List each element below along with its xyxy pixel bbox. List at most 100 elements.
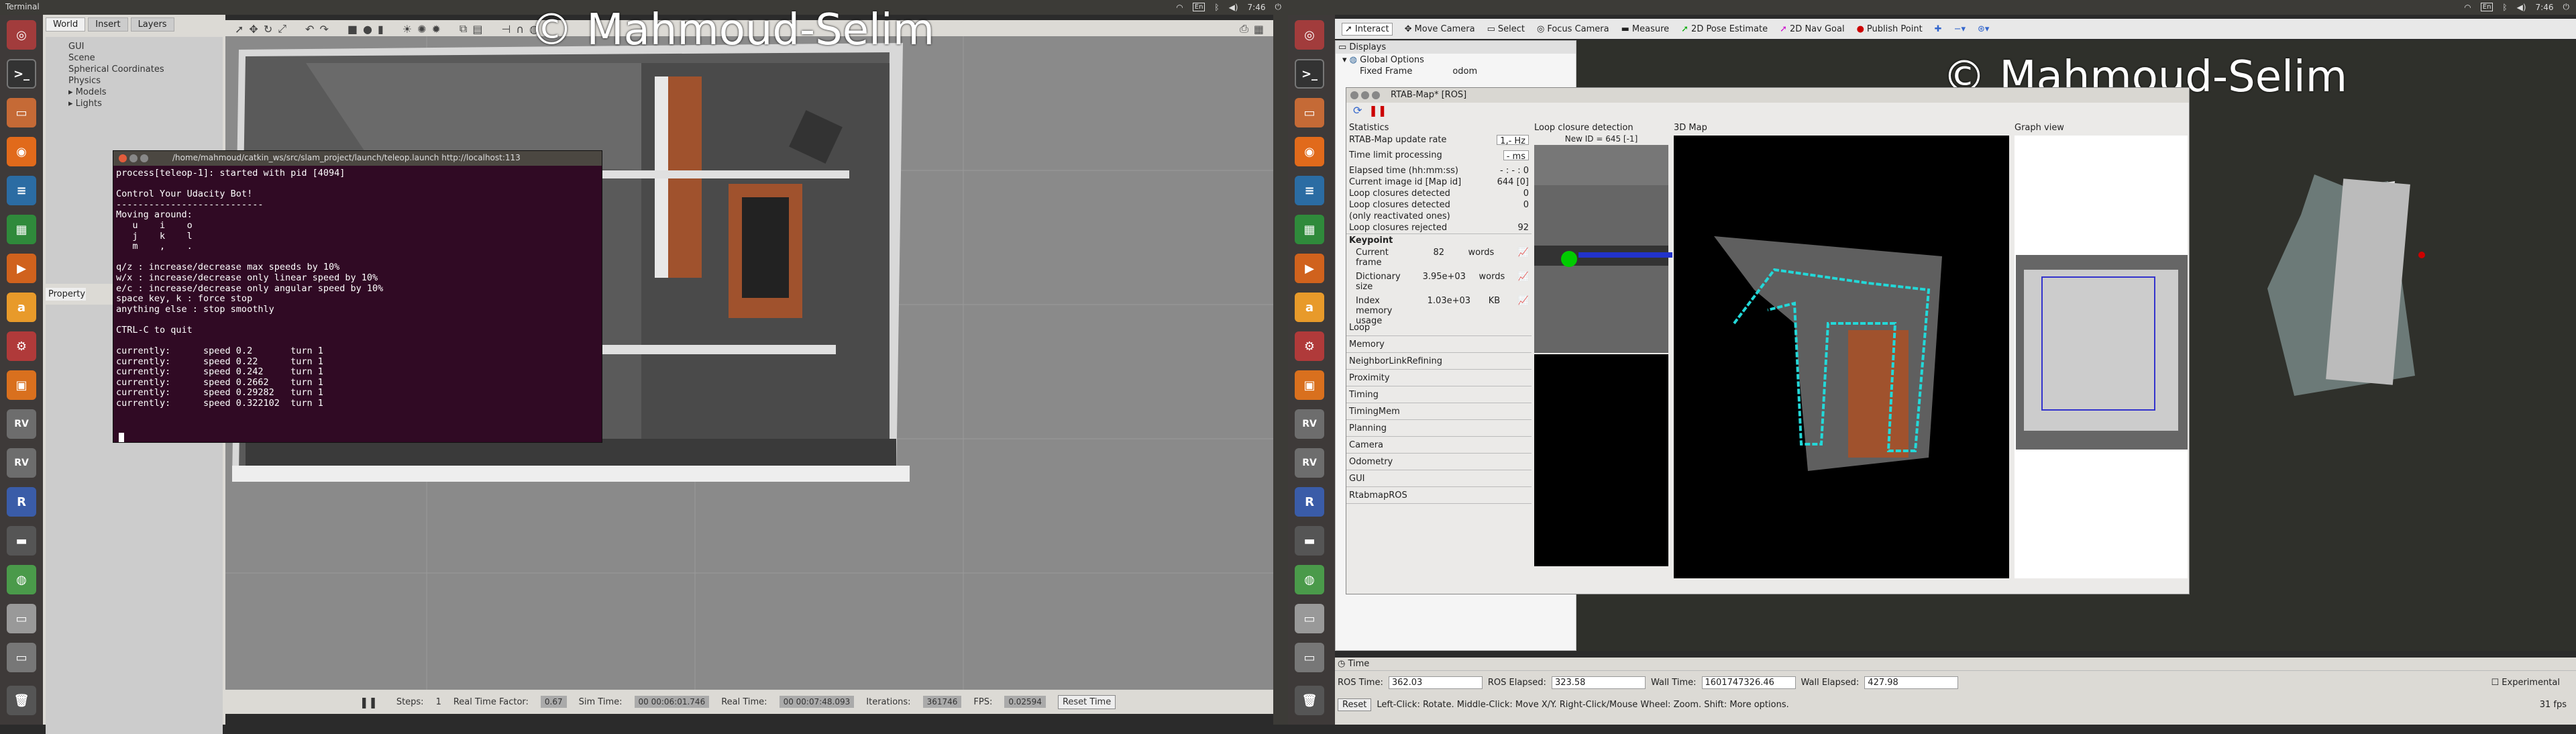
clock[interactable]: 7:46 [1248, 3, 1266, 12]
experimental-checkbox[interactable]: ☐ Experimental [2491, 678, 2561, 688]
undo-icon[interactable]: ↶ [305, 23, 314, 36]
plot-icon-2[interactable]: 📈 [1518, 272, 1529, 295]
cylinder-icon[interactable]: ▮ [378, 23, 384, 36]
tool-2d-pose[interactable]: ➚ 2D Pose Estimate [1681, 24, 1768, 34]
ubuntu-dash-icon[interactable]: ◎ [7, 20, 36, 50]
tab-insert[interactable]: Insert [88, 17, 128, 32]
tab-world[interactable]: World [46, 17, 86, 32]
section-timingmem[interactable]: TimingMem [1346, 403, 1532, 420]
keyboard-lang-right[interactable]: En [2480, 3, 2493, 11]
remove-tool-icon[interactable]: −▾ [1954, 24, 1966, 34]
section-proximity[interactable]: Proximity [1346, 370, 1532, 386]
terminal-titlebar[interactable]: /home/mahmoud/catkin_ws/src/slam_project… [113, 151, 602, 166]
log-icon[interactable]: ▦ [1254, 23, 1264, 36]
bluetooth-icon-right[interactable]: ᛒ [2502, 3, 2507, 12]
maximize-icon[interactable] [140, 154, 148, 162]
clock-right[interactable]: 7:46 [2536, 3, 2554, 12]
close-icon[interactable] [119, 154, 127, 162]
section-camera[interactable]: Camera [1346, 437, 1532, 454]
trash-icon[interactable]: 🗑 [7, 686, 36, 715]
translate-tool-icon[interactable]: ✥ [249, 23, 258, 36]
section-timing[interactable]: Timing [1346, 386, 1532, 403]
app-icon-r-a[interactable]: ▭ [1295, 604, 1324, 633]
calc-icon[interactable]: ▦ [7, 215, 36, 244]
add-tool-icon[interactable]: ✚ [1935, 24, 1942, 34]
loop-image-current[interactable] [1534, 145, 1672, 353]
keyboard-lang[interactable]: En [1192, 3, 1205, 11]
light-icon-2[interactable]: ✺ [417, 23, 426, 36]
tree-item-gui[interactable]: GUI [68, 41, 223, 52]
rtabmap-window[interactable]: RTAB-Map* [ROS] ⟳ ❚❚ Statistics RTAB-Map… [1346, 87, 2190, 594]
tree-item-lights[interactable]: ▸ Lights [68, 98, 223, 109]
paste-icon[interactable]: ▤ [472, 23, 482, 36]
tree-item-scene[interactable]: Scene [68, 52, 223, 64]
settings-icon[interactable]: ⚙ [7, 331, 36, 361]
app-icon-r-b[interactable]: ▭ [1295, 643, 1324, 672]
section-planning[interactable]: Planning [1346, 420, 1532, 437]
tool-props-icon[interactable]: ⊛▾ [1978, 24, 1989, 34]
rviz-icon-r[interactable]: RV [1295, 409, 1324, 439]
firefox-icon-r[interactable]: ◉ [1295, 137, 1324, 166]
writer-icon[interactable]: ≡ [7, 176, 36, 205]
section-odometry[interactable]: Odometry [1346, 454, 1532, 470]
scale-tool-icon[interactable]: ⤢ [278, 22, 286, 36]
writer-icon-r[interactable]: ≡ [1295, 176, 1324, 205]
rtabmap-icon[interactable]: R [7, 487, 36, 517]
rotate-tool-icon[interactable]: ↻ [264, 23, 272, 36]
wifi-icon[interactable]: ◠ [1176, 3, 1183, 12]
light-icon[interactable]: ☀ [402, 23, 412, 36]
snap-icon[interactable]: ∩ [516, 23, 524, 36]
close-icon-rtab[interactable] [1350, 91, 1358, 99]
steps-value[interactable]: 1 [436, 697, 441, 707]
map3d-view[interactable] [1674, 136, 2009, 578]
files-icon-r[interactable]: ▭ [1295, 98, 1324, 127]
section-gui[interactable]: GUI [1346, 470, 1532, 487]
app-icon-b[interactable]: ▭ [7, 643, 36, 672]
graph-view[interactable] [2015, 136, 2188, 578]
section-neighbor[interactable]: NeighborLinkRefining [1346, 353, 1532, 370]
power-icon-right[interactable]: ⏻ [2563, 2, 2570, 12]
tool-interact[interactable]: ➚ Interact [1342, 22, 1393, 36]
trash-icon-r[interactable]: 🗑 [1295, 686, 1324, 715]
app-icon-a[interactable]: ▭ [7, 604, 36, 633]
chrome-icon[interactable]: ◍ [7, 565, 36, 594]
files-icon[interactable]: ▭ [7, 98, 36, 127]
tool-focus-camera[interactable]: ◎ Focus Camera [1537, 24, 1609, 34]
refresh-icon[interactable]: ⟳ [1353, 104, 1362, 119]
tool-select[interactable]: ▭ Select [1487, 24, 1525, 34]
loop-image-match[interactable] [1534, 354, 1668, 566]
firefox-icon[interactable]: ◉ [7, 137, 36, 166]
tree-item-physics[interactable]: Physics [68, 75, 223, 87]
terminal-output[interactable]: process[teleop-1]: started with pid [409… [113, 166, 602, 409]
amazon-icon[interactable]: a [7, 293, 36, 322]
pause-icon[interactable]: ❚❚ [360, 696, 378, 709]
calc-icon-r[interactable]: ▦ [1295, 215, 1324, 244]
tool-measure[interactable]: ▬ Measure [1621, 24, 1670, 34]
rviz-icon[interactable]: RV [7, 409, 36, 439]
plot-icon[interactable]: 📈 [1518, 248, 1529, 270]
box-icon[interactable]: ■ [347, 23, 358, 36]
ubuntu-dash-icon-r[interactable]: ◎ [1295, 20, 1324, 50]
keypoint-header[interactable]: Keypoint [1346, 233, 1532, 247]
terminal-icon-r[interactable]: >_ [1295, 59, 1324, 89]
rtabmap-titlebar[interactable]: RTAB-Map* [ROS] [1346, 88, 2189, 103]
tool-2d-nav-goal[interactable]: ➚ 2D Nav Goal [1780, 24, 1844, 34]
amazon-icon-r[interactable]: a [1295, 293, 1324, 322]
reset-button[interactable]: Reset [1338, 698, 1372, 711]
terminal-window[interactable]: /home/mahmoud/catkin_ws/src/slam_project… [113, 150, 602, 443]
volume-icon[interactable]: ◀) [1229, 3, 1238, 12]
select-tool-icon[interactable]: ➚ [235, 23, 244, 36]
sphere-icon[interactable]: ● [363, 23, 372, 36]
tree-item-models[interactable]: ▸ Models [68, 87, 223, 98]
chrome-icon-r[interactable]: ◍ [1295, 565, 1324, 594]
bluetooth-icon[interactable]: ᛒ [1214, 3, 1219, 12]
align-icon[interactable]: ⊣ [501, 23, 511, 36]
screenshot-icon[interactable]: ⎙ [1240, 22, 1248, 36]
pause-icon-rtab[interactable]: ❚❚ [1368, 104, 1387, 119]
fixed-frame-row[interactable]: Fixed Frame odom [1336, 65, 1576, 76]
reset-time-button[interactable]: Reset Time [1057, 694, 1116, 709]
section-memory[interactable]: Memory [1346, 336, 1532, 353]
wifi-icon-right[interactable]: ◠ [2464, 3, 2471, 12]
drive-icon[interactable]: ▬ [7, 526, 36, 556]
terminal-icon[interactable]: >_ [7, 59, 36, 89]
